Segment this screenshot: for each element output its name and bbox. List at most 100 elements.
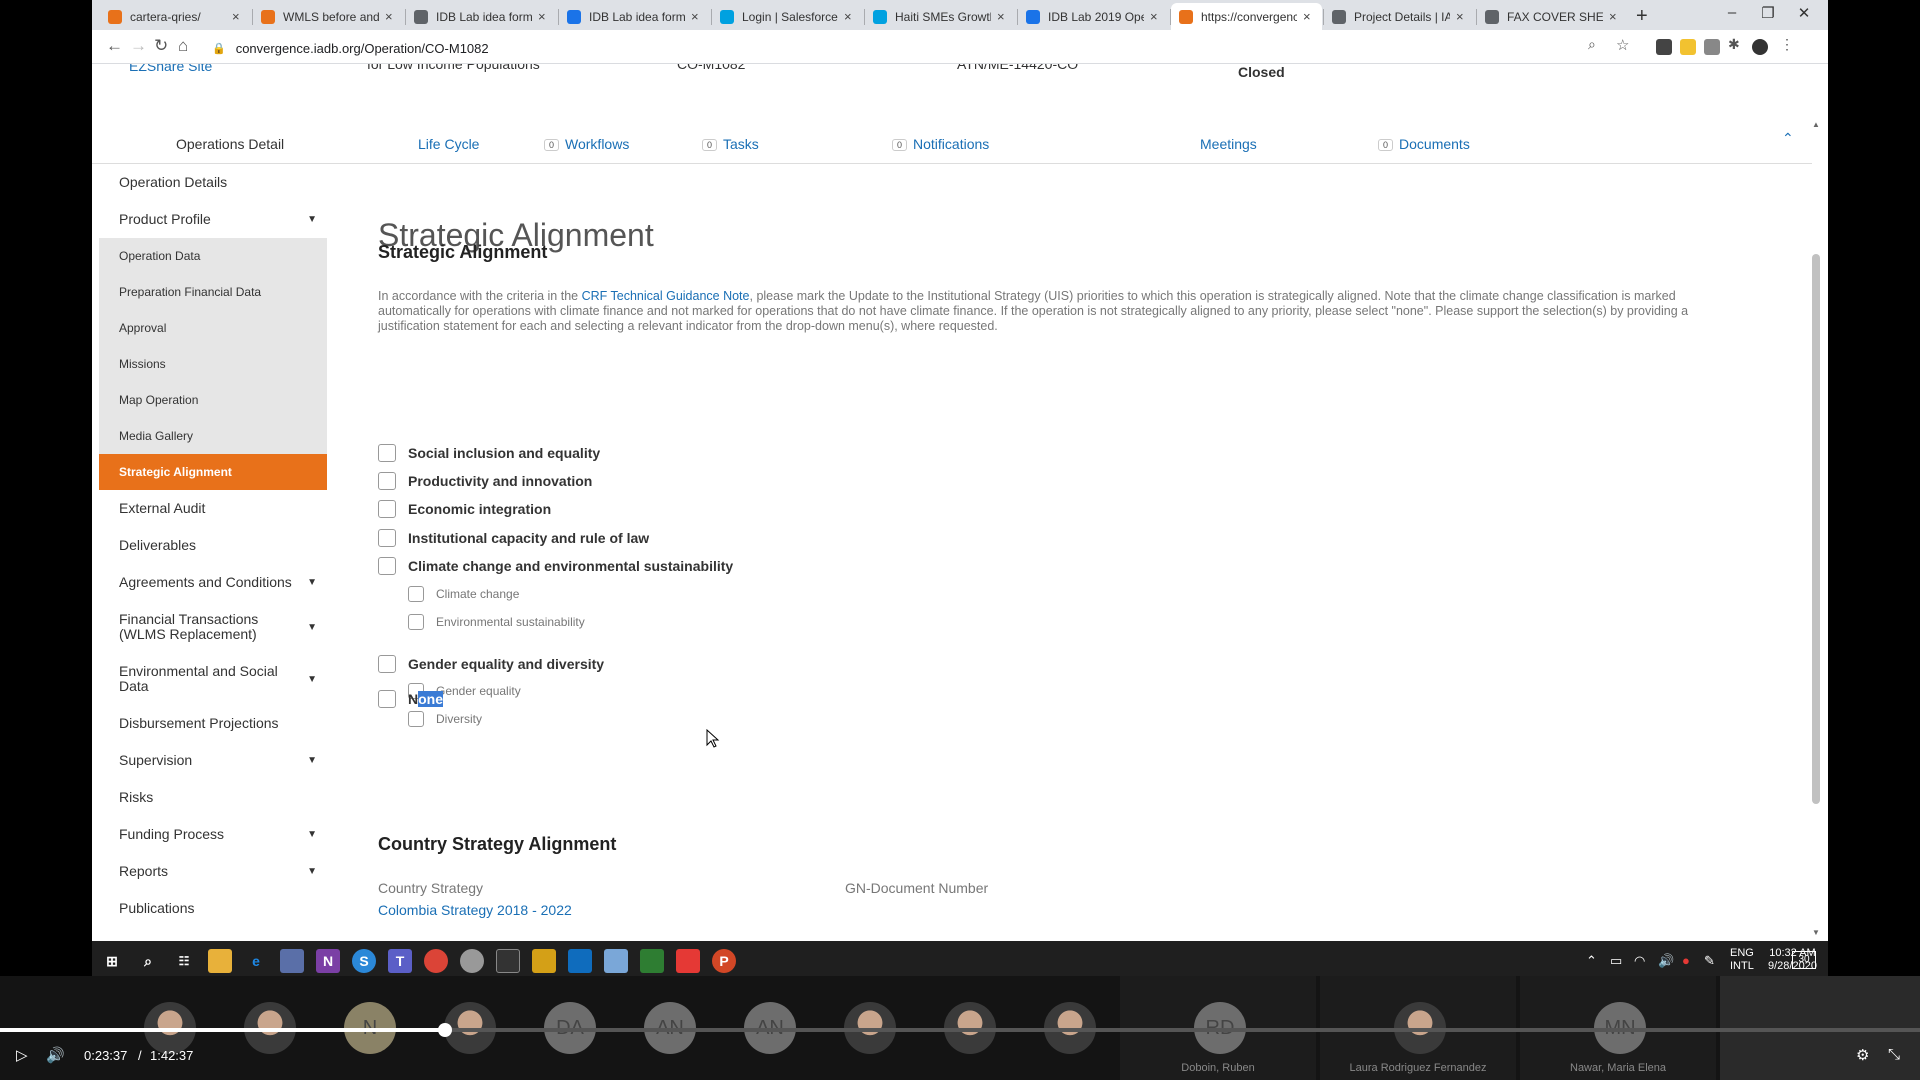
checkbox-box[interactable] xyxy=(408,586,424,602)
zoom-icon[interactable]: ⌕ xyxy=(1588,36,1596,53)
sidebar-item-risks[interactable]: Risks xyxy=(99,779,327,816)
network-icon[interactable]: ● xyxy=(1682,953,1690,968)
checkbox-climate-change[interactable]: Climate change xyxy=(408,586,519,602)
subnav-tasks[interactable]: 0 Tasks xyxy=(702,136,759,152)
sidebar-item-strategic-alignment[interactable]: Strategic Alignment xyxy=(99,454,327,490)
profile-icon[interactable] xyxy=(1752,39,1768,55)
url-field[interactable]: 🔒 convergence.iadb.org/Operation/CO-M108… xyxy=(212,37,1602,59)
checkbox-box[interactable] xyxy=(378,690,396,708)
pen-icon[interactable]: ✎ xyxy=(1704,953,1715,969)
terminal-icon[interactable] xyxy=(496,949,520,973)
checkbox-box[interactable] xyxy=(378,557,396,575)
speaker-icon[interactable]: 🔊 xyxy=(1658,953,1674,969)
sidebar-item-disbursement-projections[interactable]: Disbursement Projections xyxy=(99,705,327,742)
onenote-icon[interactable]: N xyxy=(316,949,340,973)
subnav-documents[interactable]: 0 Documents xyxy=(1378,136,1470,152)
new-tab-icon[interactable]: + xyxy=(1636,5,1648,28)
checkbox-social-inclusion-and-equality[interactable]: Social inclusion and equality xyxy=(378,444,600,462)
browser-tab[interactable]: IDB Lab idea form × xyxy=(406,3,557,30)
puzzle-icon[interactable]: ✱ xyxy=(1728,36,1740,53)
excel-icon[interactable] xyxy=(640,949,664,979)
browser-tab[interactable]: IDB Lab 2019 Oper × xyxy=(1018,3,1169,30)
battery-icon[interactable]: ▭ xyxy=(1610,953,1622,969)
close-icon[interactable]: × xyxy=(997,9,1005,24)
sidebar-item-map-operation[interactable]: Map Operation xyxy=(99,382,327,418)
sidebar-item-environmental-and-social-data[interactable]: Environmental and Social Data ▼ xyxy=(99,653,327,705)
checkbox-box[interactable] xyxy=(378,500,396,518)
checkbox-climate-change-and-environmental-sustainability[interactable]: Climate change and environmental sustain… xyxy=(378,557,733,575)
settings-gear-icon[interactable]: ⚙ xyxy=(1856,1046,1869,1064)
ezshare-link[interactable]: EZShare Site xyxy=(129,64,212,74)
video-progress-bar[interactable] xyxy=(0,1023,1920,1037)
close-icon[interactable]: × xyxy=(1303,9,1311,24)
extension-icon[interactable] xyxy=(1704,39,1720,55)
volume-icon[interactable]: 🔊 xyxy=(46,1046,65,1064)
outlook-icon[interactable] xyxy=(568,949,592,979)
scroll-up-icon[interactable]: ▲ xyxy=(1812,120,1820,129)
sidebar-item-funding-process[interactable]: Funding Process ▼ xyxy=(99,816,327,853)
checkbox-gender-equality-and-diversity[interactable]: Gender equality and diversity xyxy=(378,655,604,673)
caret-down-icon[interactable]: ▼ xyxy=(307,674,317,685)
checkbox-environmental-sustainability[interactable]: Environmental sustainability xyxy=(408,614,585,630)
scroll-down-icon[interactable]: ▼ xyxy=(1812,928,1820,937)
sidebar-item-operation-details[interactable]: Operation Details xyxy=(99,164,327,201)
checkbox-box[interactable] xyxy=(408,711,424,727)
subnav-workflows[interactable]: 0 Workflows xyxy=(544,136,629,152)
forward-icon[interactable]: → xyxy=(130,36,147,56)
checkbox-institutional-capacity-and-rule-of-law[interactable]: Institutional capacity and rule of law xyxy=(378,529,649,547)
caret-down-icon[interactable]: ▼ xyxy=(307,577,317,588)
caret-down-icon[interactable]: ▼ xyxy=(307,755,317,766)
subnav-meetings[interactable]: Meetings xyxy=(1200,136,1257,152)
sidebar-item-publications[interactable]: Publications xyxy=(99,890,327,927)
scrollbar-thumb[interactable] xyxy=(1812,254,1820,804)
app-icon[interactable] xyxy=(604,949,628,979)
minimize-icon[interactable]: – xyxy=(1712,4,1752,21)
caret-down-icon[interactable]: ▼ xyxy=(307,866,317,877)
checkbox-box[interactable] xyxy=(408,614,424,630)
vertical-scrollbar[interactable]: ▲ ▼ xyxy=(1810,120,1822,941)
sidebar-item-operation-data[interactable]: Operation Data xyxy=(99,238,327,274)
close-icon[interactable]: × xyxy=(232,9,240,24)
fullscreen-icon[interactable]: ⤡ xyxy=(1888,1046,1900,1063)
close-icon[interactable]: × xyxy=(844,9,852,24)
subnav-life-cycle[interactable]: Life Cycle xyxy=(418,136,479,152)
close-icon[interactable]: × xyxy=(1150,9,1158,24)
sidebar-item-missions[interactable]: Missions xyxy=(99,346,327,382)
sidebar-item-approval[interactable]: Approval xyxy=(99,310,327,346)
close-icon[interactable]: × xyxy=(538,9,546,24)
browser-tab[interactable]: https://convergenc × xyxy=(1171,3,1322,30)
close-icon[interactable]: × xyxy=(1609,9,1617,24)
sidebar-item-financial-transactions-wlms-replacement-[interactable]: Financial Transactions (WLMS Replacement… xyxy=(99,601,327,653)
browser-tab[interactable]: FAX COVER SHEET × xyxy=(1477,3,1628,30)
checkbox-none[interactable]: None xyxy=(378,690,444,708)
sidebar-item-agreements-and-conditions[interactable]: Agreements and Conditions ▼ xyxy=(99,564,327,601)
kebab-menu-icon[interactable]: ⋮ xyxy=(1780,36,1794,53)
caret-down-icon[interactable]: ▼ xyxy=(307,829,317,840)
country-strategy-link[interactable]: Colombia Strategy 2018 - 2022 xyxy=(378,902,572,918)
reload-icon[interactable]: ↻ xyxy=(154,36,168,56)
play-icon[interactable]: ▷ xyxy=(16,1046,28,1064)
restore-icon[interactable]: ❐ xyxy=(1748,4,1788,22)
subnav-operations-detail[interactable]: Operations Detail xyxy=(176,136,284,152)
powerpoint-icon[interactable]: P xyxy=(712,949,736,979)
caret-down-icon[interactable]: ▼ xyxy=(307,214,317,225)
browser-tab[interactable]: IDB Lab idea form × xyxy=(559,3,710,30)
extension-icon[interactable] xyxy=(1656,39,1672,55)
checkbox-box[interactable] xyxy=(378,444,396,462)
home-icon[interactable]: ⌂ xyxy=(178,36,188,56)
skype-icon[interactable]: S xyxy=(352,949,376,973)
checkbox-productivity-and-innovation[interactable]: Productivity and innovation xyxy=(378,472,592,490)
sidebar-item-external-audit[interactable]: External Audit xyxy=(99,490,327,527)
teams-icon[interactable]: T xyxy=(388,949,412,979)
sidebar-item-deliverables[interactable]: Deliverables xyxy=(99,527,327,564)
close-icon[interactable]: × xyxy=(1456,9,1464,24)
edge-icon[interactable]: e xyxy=(244,949,268,979)
task-view-icon[interactable]: ☷ xyxy=(172,949,196,973)
notification-badge[interactable]: 30 xyxy=(1792,951,1816,969)
back-icon[interactable]: ← xyxy=(106,36,123,56)
browser-tab[interactable]: Haiti SMEs Growth × xyxy=(865,3,1016,30)
chrome-icon[interactable] xyxy=(424,949,448,979)
sidebar-item-product-profile[interactable]: Product Profile ▼ xyxy=(99,201,327,238)
collapse-chevron-icon[interactable]: ⌃ xyxy=(1782,130,1794,147)
checkbox-box[interactable] xyxy=(378,529,396,547)
